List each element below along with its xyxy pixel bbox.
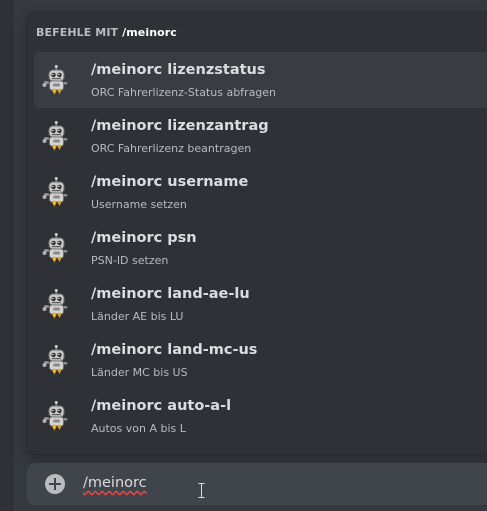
robot-bot-icon [42,289,72,319]
message-input-bar[interactable]: /meinorc [27,463,487,505]
robot-bot-icon [42,177,72,207]
popup-header-command: /meinorc [122,26,177,39]
robot-bot-icon [42,345,72,375]
command-description: Username setzen [91,198,187,211]
command-name: /meinorc lizenzstatus [91,62,266,78]
command-description: PSN-ID setzen [91,254,169,267]
text-cursor-icon [198,483,205,498]
command-description: ORC Fahrerlizenz-Status abfragen [91,86,277,99]
robot-bot-icon [42,65,72,95]
command-description: ORC Fahrerlizenz beantragen [91,142,252,155]
left-gutter [0,0,14,511]
command-item-username[interactable]: /meinorc username Username setzen [34,164,487,220]
command-description: Autos von A bis L [91,422,186,435]
command-item-auto-a-l[interactable]: /meinorc auto-a-l Autos von A bis L [34,388,487,444]
command-name: /meinorc username [91,174,249,190]
command-list: /meinorc lizenzstatus ORC Fahrerlizenz-S… [34,52,487,444]
command-description: Länder MC bis US [91,366,188,379]
command-item-psn[interactable]: /meinorc psn PSN-ID setzen [34,220,487,276]
command-description: Länder AE bis LU [91,310,184,323]
discord-chat-view: BEFEHLE MIT /meinorc /meinorc lizenzstat… [0,0,487,511]
message-input-text[interactable]: /meinorc [83,475,147,491]
command-item-land-ae-lu[interactable]: /meinorc land-ae-lu Länder AE bis LU [34,276,487,332]
plus-circle-icon[interactable] [45,474,65,494]
command-item-lizenzantrag[interactable]: /meinorc lizenzantrag ORC Fahrerlizenz b… [34,108,487,164]
command-name: /meinorc lizenzantrag [91,118,269,134]
command-name: /meinorc auto-a-l [91,398,232,414]
command-name: /meinorc psn [91,230,197,246]
robot-bot-icon [42,233,72,263]
robot-bot-icon [42,121,72,151]
popup-header-label: BEFEHLE MIT [36,26,119,39]
command-autocomplete-popup: BEFEHLE MIT /meinorc /meinorc lizenzstat… [27,12,487,454]
command-name: /meinorc land-mc-us [91,342,258,358]
command-item-land-mc-us[interactable]: /meinorc land-mc-us Länder MC bis US [34,332,487,388]
command-item-lizenzstatus[interactable]: /meinorc lizenzstatus ORC Fahrerlizenz-S… [34,52,487,108]
popup-header: BEFEHLE MIT /meinorc [36,26,177,39]
command-name: /meinorc land-ae-lu [91,286,250,302]
robot-bot-icon [42,401,72,431]
